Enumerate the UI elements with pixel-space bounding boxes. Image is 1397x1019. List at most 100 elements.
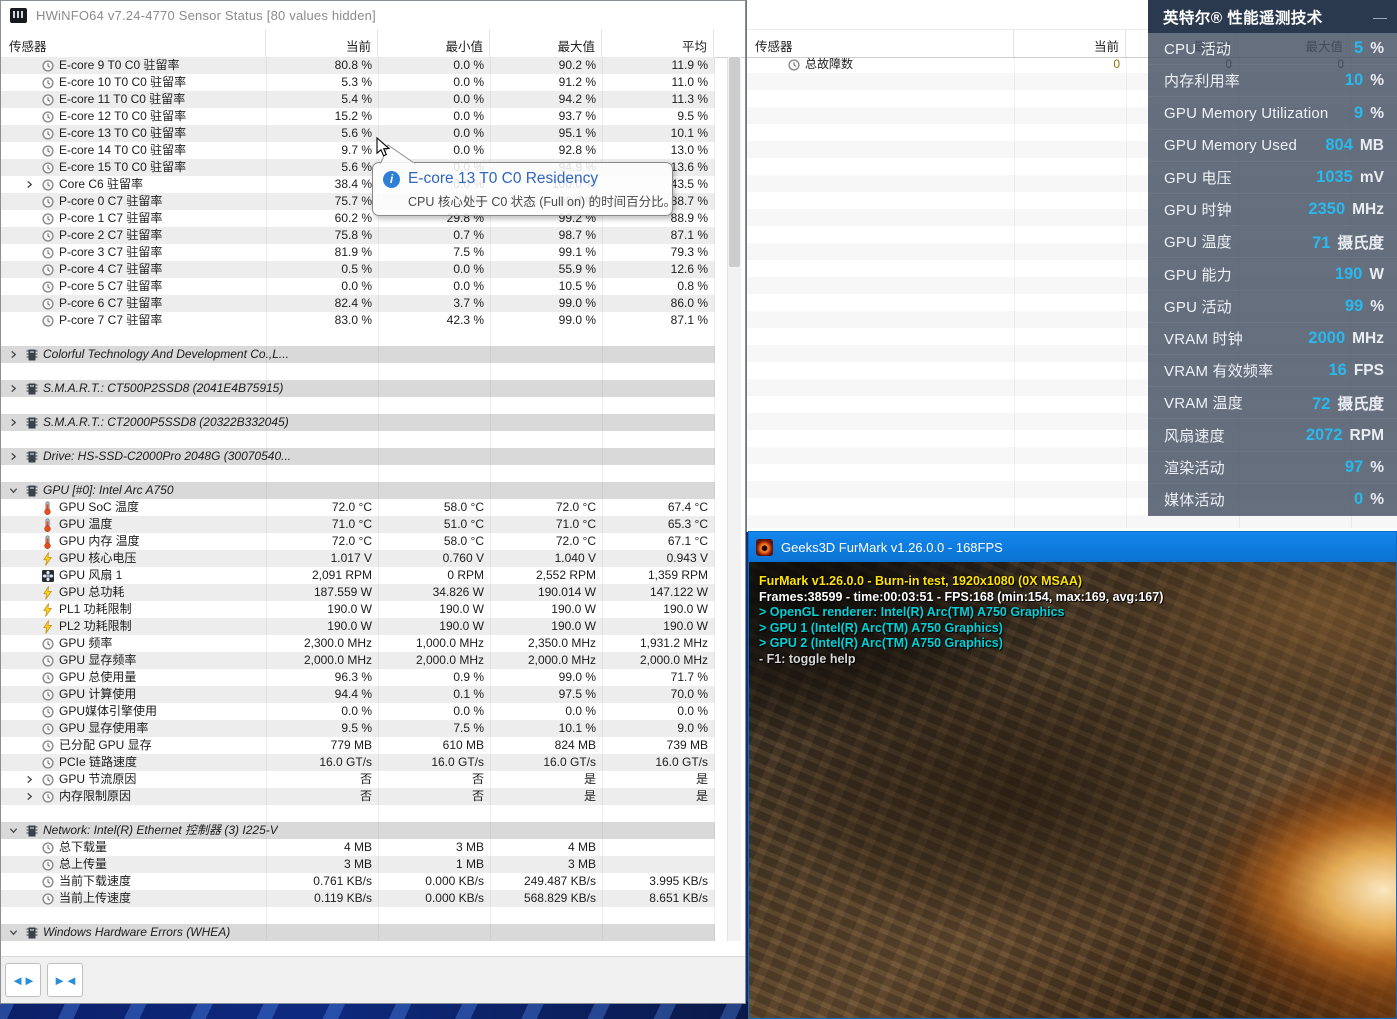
chevron-down-icon[interactable] xyxy=(9,826,26,835)
metric-value: 2072 xyxy=(1306,426,1343,445)
hwinfo-titlebar[interactable]: HWiNFO64 v7.24-4770 Sensor Status [80 va… xyxy=(1,1,745,31)
sensor-row[interactable]: GPU 频率2,300.0 MHz1,000.0 MHz2,350.0 MHz1… xyxy=(1,635,715,652)
chevron-down-icon[interactable] xyxy=(9,486,26,495)
sensor-avg: 190.0 W xyxy=(602,618,714,635)
expand-columns-button[interactable]: ◄► xyxy=(5,963,41,997)
column-max[interactable]: 最大值 xyxy=(490,30,602,57)
sensor-row[interactable]: 内存限制原因否否是是 xyxy=(1,788,715,805)
sensor-current: 0.119 KB/s xyxy=(266,890,378,907)
clock-icon xyxy=(42,247,55,259)
column-current[interactable]: 当前 xyxy=(266,30,378,57)
sensor-row[interactable]: PL1 功耗限制190.0 W190.0 W190.0 W190.0 W xyxy=(1,601,715,618)
sensor-max: 2,000.0 MHz xyxy=(490,652,602,669)
sensor-row[interactable]: E-core 9 T0 C0 驻留率80.8 %0.0 %90.2 %11.9 … xyxy=(1,57,715,74)
metric-label: 渲染活动 xyxy=(1164,457,1225,478)
minimize-icon[interactable]: — xyxy=(1373,12,1387,22)
sensor-row[interactable]: GPU 计算使用94.4 %0.1 %97.5 %70.0 % xyxy=(1,686,715,703)
sensor-row[interactable]: P-core 2 C7 驻留率75.8 %0.7 %98.7 %87.1 % xyxy=(1,227,715,244)
sensor-current: 9.5 % xyxy=(266,720,378,737)
sensor-avg: 3.995 KB/s xyxy=(602,873,714,890)
section-header-row[interactable]: S.M.A.R.T.: CT500P2SSD8 (2041E4B75915) xyxy=(1,380,715,397)
sensor-row[interactable]: 总上传量3 MB1 MB3 MB xyxy=(1,856,715,873)
clock-icon xyxy=(42,230,55,242)
sensor-row[interactable]: PCIe 链路速度16.0 GT/s16.0 GT/s16.0 GT/s16.0… xyxy=(1,754,715,771)
sensor-row[interactable]: 当前下载速度0.761 KB/s0.000 KB/s249.487 KB/s3.… xyxy=(1,873,715,890)
section-header-row[interactable]: Windows Hardware Errors (WHEA) xyxy=(1,924,715,941)
sensor-row[interactable]: GPU媒体引擎使用0.0 %0.0 %0.0 %0.0 % xyxy=(1,703,715,720)
sensor-label: 总故障数 xyxy=(805,56,853,73)
overlay-titlebar[interactable]: 英特尔® 性能遥测技术 — xyxy=(1148,0,1397,33)
chevron-right-icon[interactable] xyxy=(25,775,42,784)
sensor-max: 72.0 °C xyxy=(490,533,602,550)
sensor-row[interactable]: 当前上传速度0.119 KB/s0.000 KB/s568.829 KB/s8.… xyxy=(1,890,715,907)
sensor-min: 1 MB xyxy=(378,856,490,873)
sensor-row[interactable]: E-core 14 T0 C0 驻留率9.7 %0.0 %92.8 %13.0 … xyxy=(1,142,715,159)
sensor-row[interactable]: GPU SoC 温度72.0 °C58.0 °C72.0 °C67.4 °C xyxy=(1,499,715,516)
sensor-row[interactable]: GPU 风扇 12,091 RPM0 RPM2,552 RPM1,359 RPM xyxy=(1,567,715,584)
column-sensor[interactable]: 传感器 xyxy=(747,30,1014,57)
sensor-row[interactable]: E-core 10 T0 C0 驻留率5.3 %0.0 %91.2 %11.0 … xyxy=(1,74,715,91)
sensor-row[interactable]: GPU 核心电压1.017 V0.760 V1.040 V0.943 V xyxy=(1,550,715,567)
column-current[interactable]: 当前 xyxy=(1014,30,1126,57)
sensor-row[interactable]: 已分配 GPU 显存779 MB610 MB824 MB739 MB xyxy=(1,737,715,754)
sensor-row[interactable]: GPU 显存使用率9.5 %7.5 %10.1 %9.0 % xyxy=(1,720,715,737)
sensor-current: 94.4 % xyxy=(266,686,378,703)
furmark-titlebar[interactable]: Geeks3D FurMark v1.26.0.0 - 168FPS xyxy=(749,532,1396,562)
chevron-right-icon[interactable] xyxy=(9,384,26,393)
chevron-right-icon[interactable] xyxy=(25,792,42,801)
chevron-right-icon[interactable] xyxy=(9,452,26,461)
sensor-row[interactable]: GPU 节流原因否否是是 xyxy=(1,771,715,788)
column-avg[interactable]: 平均 xyxy=(602,30,714,57)
window-title: HWiNFO64 v7.24-4770 Sensor Status [80 va… xyxy=(36,8,376,23)
section-header-row[interactable]: S.M.A.R.T.: CT2000P5SSD8 (20322B332045) xyxy=(1,414,715,431)
sensor-row[interactable]: 总下载量4 MB3 MB4 MB xyxy=(1,839,715,856)
section-header-row[interactable]: Drive: HS-SSD-C2000Pro 2048G (30070540..… xyxy=(1,448,715,465)
sensor-min: 7.5 % xyxy=(378,720,490,737)
gauge-icon xyxy=(788,59,801,71)
sensor-label: P-core 1 C7 驻留率 xyxy=(59,210,162,227)
sensor-max: 99.0 % xyxy=(490,669,602,686)
chevron-right-icon[interactable] xyxy=(9,418,26,427)
section-header-row[interactable]: Network: Intel(R) Ethernet 控制器 (3) I225-… xyxy=(1,822,715,839)
sensor-row[interactable]: GPU 总使用量96.3 %0.9 %99.0 %71.7 % xyxy=(1,669,715,686)
sensor-label: GPU 温度 xyxy=(59,516,112,533)
sensor-avg: 10.1 % xyxy=(602,125,714,142)
metric-value: 2350 xyxy=(1308,200,1345,219)
scrollbar-thumb[interactable] xyxy=(729,57,740,267)
clock-icon xyxy=(42,179,55,191)
sensor-row[interactable]: GPU 温度71.0 °C51.0 °C71.0 °C65.3 °C xyxy=(1,516,715,533)
chevron-right-icon[interactable] xyxy=(25,180,42,189)
sensor-current: 82.4 % xyxy=(266,295,378,312)
furmark-osd-text: FurMark v1.26.0.0 - Burn-in test, 1920x1… xyxy=(759,574,1163,668)
column-sensor[interactable]: 传感器 xyxy=(1,30,266,57)
sensor-row[interactable]: P-core 5 C7 驻留率0.0 %0.0 %10.5 %0.8 % xyxy=(1,278,715,295)
sensor-row[interactable]: P-core 3 C7 驻留率81.9 %7.5 %99.1 %79.3 % xyxy=(1,244,715,261)
sensor-row[interactable]: P-core 4 C7 驻留率0.5 %0.0 %55.9 %12.6 % xyxy=(1,261,715,278)
sensor-current: 1.017 V xyxy=(266,550,378,567)
sensor-row[interactable]: GPU 显存频率2,000.0 MHz2,000.0 MHz2,000.0 MH… xyxy=(1,652,715,669)
metric-label: 风扇速度 xyxy=(1164,425,1225,446)
sensor-row[interactable]: E-core 13 T0 C0 驻留率5.6 %0.0 %95.1 %10.1 … xyxy=(1,125,715,142)
chevron-down-icon[interactable] xyxy=(9,928,26,937)
sensor-avg: 11.3 % xyxy=(602,91,714,108)
sensor-max: 568.829 KB/s xyxy=(490,890,602,907)
sensor-row[interactable]: GPU 内存 温度72.0 °C58.0 °C72.0 °C67.1 °C xyxy=(1,533,715,550)
sensor-max: 3 MB xyxy=(490,856,602,873)
vertical-scrollbar[interactable] xyxy=(727,57,741,941)
sensor-row[interactable]: PL2 功耗限制190.0 W190.0 W190.0 W190.0 W xyxy=(1,618,715,635)
section-header-row[interactable]: GPU [#0]: Intel Arc A750 xyxy=(1,482,715,499)
sensor-max: 是 xyxy=(490,788,602,805)
column-min[interactable]: 最小值 xyxy=(378,30,490,57)
section-header-row[interactable]: Colorful Technology And Development Co.,… xyxy=(1,346,715,363)
sensor-row[interactable]: P-core 7 C7 驻留率83.0 %42.3 %99.0 %87.1 % xyxy=(1,312,715,329)
sensor-min: 2,000.0 MHz xyxy=(378,652,490,669)
chevron-right-icon[interactable] xyxy=(9,350,26,359)
sensor-label: P-core 6 C7 驻留率 xyxy=(59,295,162,312)
collapse-columns-button[interactable]: ►◄ xyxy=(47,963,83,997)
sensor-min: 0.760 V xyxy=(378,550,490,567)
sensor-row[interactable]: P-core 6 C7 驻留率82.4 %3.7 %99.0 %86.0 % xyxy=(1,295,715,312)
tooltip-title: E-core 13 T0 C0 Residency xyxy=(408,170,598,188)
sensor-row[interactable]: GPU 总功耗187.559 W34.826 W190.014 W147.122… xyxy=(1,584,715,601)
sensor-row[interactable]: E-core 11 T0 C0 驻留率5.4 %0.0 %94.2 %11.3 … xyxy=(1,91,715,108)
sensor-row[interactable]: E-core 12 T0 C0 驻留率15.2 %0.0 %93.7 %9.5 … xyxy=(1,108,715,125)
